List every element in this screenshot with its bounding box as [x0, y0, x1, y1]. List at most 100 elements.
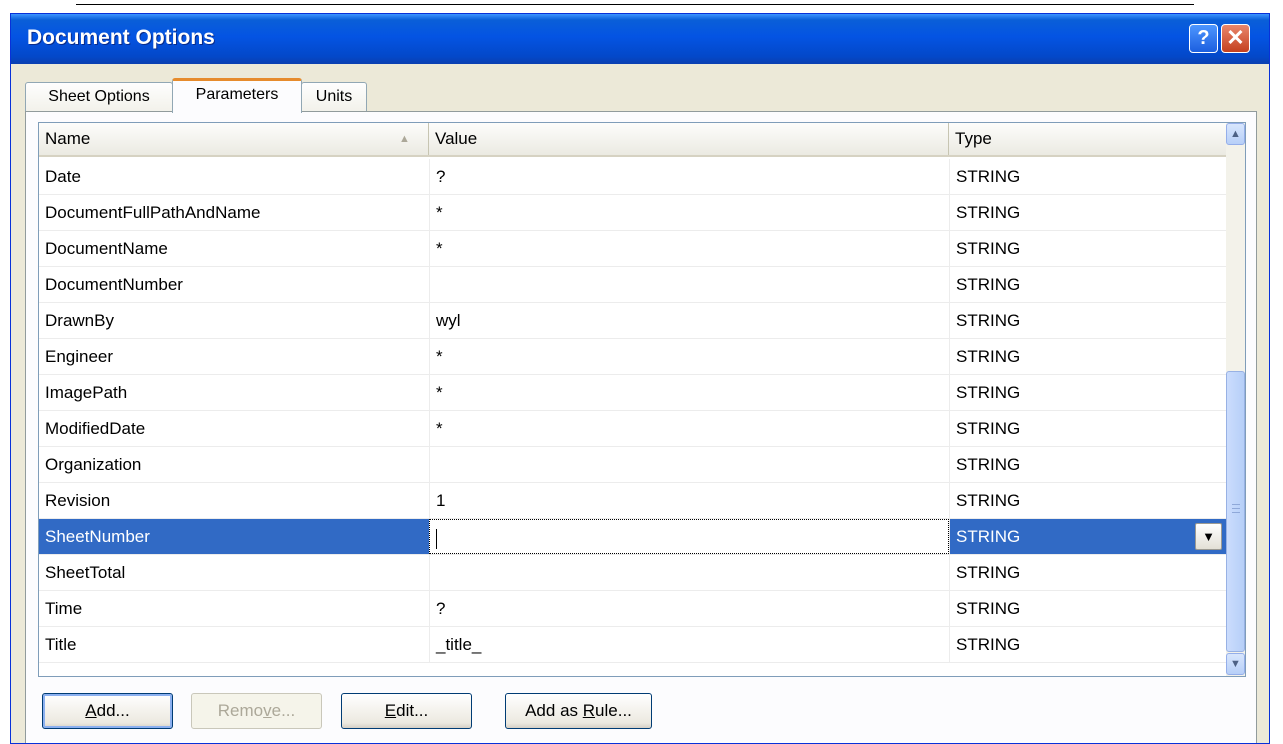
cell-type[interactable]: STRING [949, 195, 1226, 230]
add-button-mnemonic: A [85, 701, 97, 720]
cell-type-text: STRING [956, 167, 1021, 186]
table-row[interactable]: DocumentNumber STRING [39, 267, 1226, 303]
cell-value[interactable]: _title_ [429, 627, 949, 662]
add-as-rule-button[interactable]: Add as Rule... [505, 693, 652, 729]
cell-name[interactable]: Revision [39, 483, 429, 518]
cell-value[interactable]: 1 [429, 483, 949, 518]
cell-type[interactable]: STRING [949, 447, 1226, 482]
table-row[interactable]: ModifiedDate * STRING [39, 411, 1226, 447]
top-divider-line [76, 4, 1194, 5]
cell-name[interactable]: Engineer [39, 339, 429, 374]
cell-name[interactable]: DocumentFullPathAndName [39, 195, 429, 230]
cell-type[interactable]: STRING [949, 339, 1226, 374]
dropdown-arrow-icon[interactable]: ▼ [1195, 523, 1222, 550]
sort-ascending-icon: ▲ [399, 133, 410, 145]
tab-sheet-options[interactable]: Sheet Options [25, 82, 173, 112]
column-header-type[interactable]: Type [949, 123, 1226, 155]
cell-name[interactable]: ImagePath [39, 375, 429, 410]
cell-type[interactable]: STRING [949, 159, 1226, 194]
cell-type[interactable]: STRING [949, 627, 1226, 662]
cell-type-text: STRING [956, 383, 1021, 402]
vertical-scrollbar[interactable]: ▲ ▼ [1226, 123, 1245, 676]
type-dropdown[interactable]: STRING ▼ [949, 519, 1226, 554]
cell-value[interactable]: * [429, 411, 949, 446]
table-row[interactable]: DocumentName * STRING [39, 231, 1226, 267]
parameters-grid: Name ▲ Value Type Date? STRING DocumentFul… [38, 122, 1246, 677]
cell-type-text: STRING [956, 311, 1021, 330]
cell-type[interactable]: STRING [949, 231, 1226, 266]
cell-type[interactable]: STRING [949, 483, 1226, 518]
remove-button-label-start: Remo [217, 701, 264, 720]
table-row[interactable]: ImagePath * STRING [39, 375, 1226, 411]
cell-value[interactable] [429, 267, 949, 302]
table-row[interactable]: Title _title_ STRING [39, 627, 1226, 663]
cell-type[interactable]: STRING [949, 411, 1226, 446]
scroll-up-button[interactable]: ▲ [1226, 123, 1245, 145]
scrollbar-thumb[interactable] [1226, 371, 1245, 652]
tab-units[interactable]: Units [301, 82, 367, 112]
document-options-dialog: Document Options ? ✕ Sheet Options Param… [10, 13, 1270, 744]
remove-button-mnemonic: v [263, 701, 272, 720]
cell-type[interactable]: STRING [949, 267, 1226, 302]
cell-value[interactable]: * [429, 339, 949, 374]
table-row[interactable]: DocumentFullPathAndName * STRING [39, 195, 1226, 231]
value-edit-field[interactable] [429, 519, 949, 554]
cell-type-text: STRING [956, 563, 1021, 582]
cell-name[interactable]: DrawnBy [39, 303, 429, 338]
cell-type-text: STRING [956, 491, 1021, 510]
add-as-rule-label-start: Add as [525, 701, 583, 720]
cell-type[interactable]: STRING [949, 375, 1226, 410]
cell-type-text: STRING [956, 347, 1021, 366]
cell-value[interactable] [429, 447, 949, 482]
cell-value[interactable]: * [429, 231, 949, 266]
table-row[interactable]: Engineer * STRING [39, 339, 1226, 375]
edit-button[interactable]: Edit... [341, 693, 472, 729]
close-button[interactable]: ✕ [1221, 24, 1250, 53]
table-row[interactable]: DrawnBy wyl STRING [39, 303, 1226, 339]
edit-button-label: dit... [396, 701, 429, 720]
cell-name[interactable]: DocumentNumber [39, 267, 429, 302]
cell-name[interactable]: Organization [39, 447, 429, 482]
help-button[interactable]: ? [1189, 24, 1218, 53]
cell-value[interactable]: * [429, 195, 949, 230]
cell-type-text: STRING [956, 239, 1021, 258]
cell-value[interactable] [429, 555, 949, 590]
cell-type[interactable]: STRING [949, 591, 1226, 626]
column-header-value[interactable]: Value [429, 123, 949, 155]
tab-parameters[interactable]: Parameters [172, 78, 302, 113]
add-as-rule-mnemonic: R [582, 701, 596, 720]
cell-name[interactable]: SheetTotal [39, 555, 429, 590]
cell-value[interactable]: * [429, 375, 949, 410]
text-caret [436, 528, 437, 549]
parameters-panel: Name ▲ Value Type Date? STRING DocumentFul… [25, 111, 1257, 743]
cell-type-text: STRING [956, 203, 1021, 222]
remove-button[interactable]: Remove... [191, 693, 322, 729]
cell-value[interactable]: ? [429, 591, 949, 626]
cell-name[interactable]: SheetNumber [39, 519, 429, 554]
cell-name[interactable]: ModifiedDate [39, 411, 429, 446]
table-row[interactable]: Organization STRING [39, 447, 1226, 483]
table-row[interactable]: SheetTotal STRING [39, 555, 1226, 591]
cell-type[interactable]: STRING [949, 555, 1226, 590]
column-header-name[interactable]: Name ▲ [39, 123, 429, 155]
table-row[interactable]: Time? STRING [39, 591, 1226, 627]
cell-name[interactable]: Title [39, 627, 429, 662]
cell-type[interactable]: STRING [949, 303, 1226, 338]
cell-name[interactable]: Date [39, 159, 429, 194]
table-row[interactable]: SheetNumber STRING ▼ [39, 519, 1226, 555]
cell-type-text: STRING [956, 635, 1021, 654]
cell-name[interactable]: Time [39, 591, 429, 626]
dialog-title: Document Options [27, 26, 215, 49]
arrow-down-icon: ▼ [1230, 658, 1241, 670]
grip-icon [1232, 504, 1240, 513]
column-header-name-label: Name [45, 129, 91, 148]
table-row[interactable]: Revision 1 STRING [39, 483, 1226, 519]
table-row[interactable]: Date? STRING [39, 159, 1226, 195]
title-bar[interactable]: Document Options ? ✕ [11, 14, 1269, 64]
scroll-down-button[interactable]: ▼ [1226, 653, 1245, 675]
cell-value[interactable]: ? [429, 159, 949, 194]
cell-type-text: STRING [956, 275, 1021, 294]
cell-name[interactable]: DocumentName [39, 231, 429, 266]
add-button[interactable]: Add... [42, 693, 173, 729]
cell-value[interactable]: wyl [429, 303, 949, 338]
